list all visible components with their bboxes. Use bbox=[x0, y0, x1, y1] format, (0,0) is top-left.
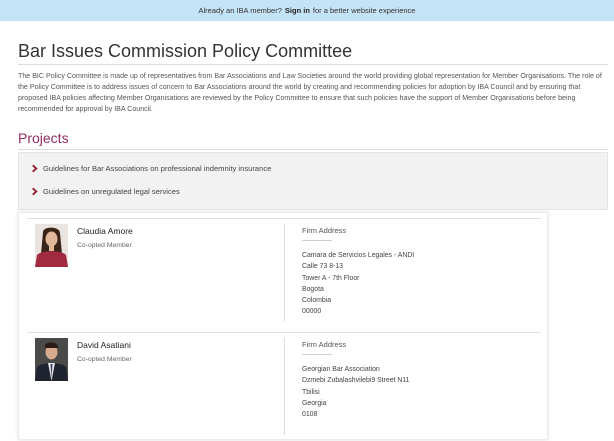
banner-text-before: Already an IBA member? bbox=[198, 6, 282, 15]
row-divider bbox=[27, 218, 541, 219]
address-label-underline bbox=[302, 354, 332, 355]
member-signin-banner: Already an IBA member? Sign in for a bet… bbox=[0, 0, 614, 21]
member-role: Co-opted Member bbox=[77, 356, 132, 363]
address-line: Bogota bbox=[302, 285, 324, 293]
address-line: Georgian Bar Association bbox=[302, 366, 380, 373]
signin-link[interactable]: Sign in bbox=[285, 6, 310, 15]
column-divider bbox=[284, 224, 285, 321]
address-line: 0108 bbox=[302, 411, 318, 419]
project-label: Guidelines for Bar Associations on profe… bbox=[43, 163, 272, 173]
column-divider bbox=[284, 338, 285, 435]
member-card: David Asatiani Co-opted Member Firm Addr… bbox=[19, 327, 549, 441]
members-list: Claudia Amore Co-opted Member Firm Addre… bbox=[18, 212, 548, 440]
address-line: Dzmebi Zubalashvilebi9 Street N11 bbox=[302, 377, 410, 385]
title-divider bbox=[18, 64, 608, 65]
chevron-right-icon bbox=[32, 187, 38, 195]
chevron-right-icon bbox=[32, 164, 38, 172]
project-label: Guidelines on unregulated legal services bbox=[43, 186, 180, 196]
project-link[interactable]: Guidelines for Bar Associations on profe… bbox=[30, 161, 271, 175]
firm-address-label: Firm Address bbox=[302, 340, 347, 349]
address-line: Colombia bbox=[302, 297, 332, 305]
firm-address-label: Firm Address bbox=[302, 226, 347, 235]
project-link[interactable]: Guidelines on unregulated legal services bbox=[30, 184, 180, 198]
projects-list: Guidelines for Bar Associations on profe… bbox=[18, 152, 608, 210]
committee-description: The BIC Policy Committee is made up of r… bbox=[18, 72, 602, 113]
member-photo bbox=[35, 224, 68, 267]
row-divider bbox=[27, 332, 541, 333]
address-label-underline bbox=[302, 240, 332, 241]
projects-divider bbox=[18, 149, 608, 150]
firm-address: Georgian Bar Association Dzmebi Zubalash… bbox=[302, 364, 410, 420]
member-name[interactable]: Claudia Amore bbox=[77, 226, 133, 236]
address-line: 00000 bbox=[302, 308, 322, 316]
projects-heading: Projects bbox=[18, 130, 69, 146]
member-role: Co-opted Member bbox=[77, 242, 132, 249]
address-line: Tower A - 7th Floor bbox=[302, 274, 360, 282]
address-line: Georgia bbox=[302, 399, 327, 407]
address-line: Tbilisi bbox=[302, 388, 320, 396]
member-name[interactable]: David Asatiani bbox=[77, 340, 131, 350]
firm-address: Camara de Servicios Legales - ANDI Calle… bbox=[302, 250, 414, 318]
address-line: Calle 73 8-13 bbox=[302, 263, 343, 271]
page-title: Bar Issues Commission Policy Committee bbox=[18, 41, 353, 61]
banner-text-after: for a better website experience bbox=[312, 6, 416, 15]
member-card: Claudia Amore Co-opted Member Firm Addre… bbox=[19, 213, 549, 328]
address-line: Camara de Servicios Legales - ANDI bbox=[302, 252, 415, 259]
member-photo bbox=[35, 338, 68, 381]
